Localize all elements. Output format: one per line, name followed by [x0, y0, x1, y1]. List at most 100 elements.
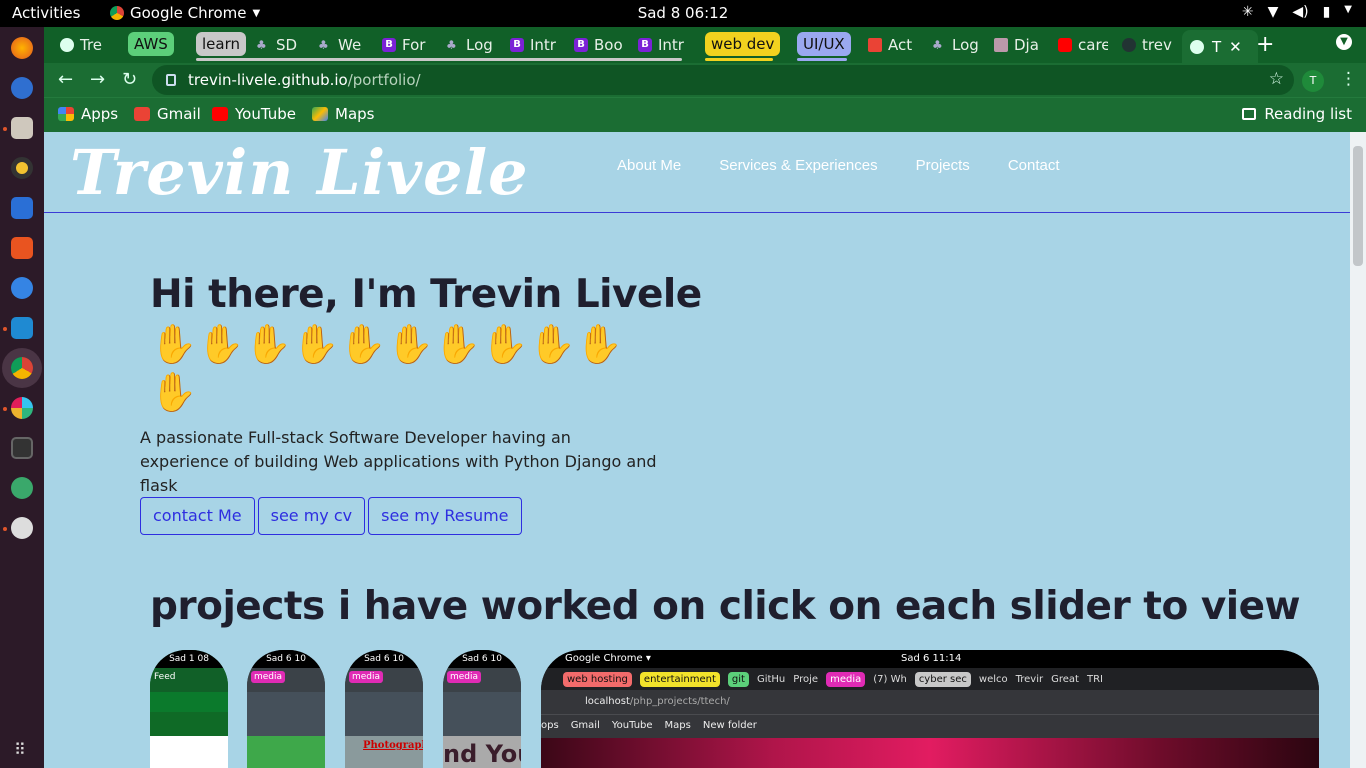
- nav-contact[interactable]: Contact: [1008, 157, 1060, 174]
- tree-icon: ♣: [932, 38, 943, 52]
- app-menu[interactable]: Google Chrome ▼: [110, 4, 260, 22]
- new-tab-button[interactable]: +: [1256, 32, 1274, 57]
- volume-icon: ◀): [1292, 4, 1309, 20]
- show-apps-icon[interactable]: ⠿: [14, 740, 26, 759]
- page-scrollbar[interactable]: [1350, 132, 1366, 768]
- chevron-down-icon: ▼: [1344, 4, 1352, 15]
- nav-about[interactable]: About Me: [617, 157, 681, 174]
- github-icon: [1122, 38, 1136, 52]
- project-slide[interactable]: Sad 1 08 Feed: [150, 650, 228, 768]
- system-tray[interactable]: ✳ ▼ ◀) ▮ ▼: [1242, 4, 1352, 20]
- browser-frame: Tre AWS learn ♣ SD ♣ We B For ♣ Log B Intr BB…: [44, 27, 1366, 132]
- tab[interactable]: care: [1058, 32, 1108, 58]
- tab[interactable]: B Intr: [638, 32, 688, 58]
- rhythmbox-icon[interactable]: [11, 157, 33, 179]
- tab-group-web-dev[interactable]: web dev: [705, 32, 781, 56]
- globe-icon[interactable]: [11, 477, 33, 499]
- reading-list-icon: [1242, 108, 1257, 120]
- app-menu-label: Google Chrome: [130, 4, 247, 22]
- files-icon[interactable]: [11, 117, 33, 139]
- bookmark-gmail[interactable]: Gmail: [134, 105, 201, 123]
- project-slide[interactable]: Sad 6 10 media nd You: [443, 650, 521, 768]
- keyboard-photo: [541, 738, 1319, 768]
- reading-list-button[interactable]: Reading list: [1242, 105, 1352, 123]
- slack-icon[interactable]: [11, 397, 33, 419]
- writer-icon[interactable]: [11, 197, 33, 219]
- tab-group-learn[interactable]: learn: [196, 32, 246, 56]
- address-bar[interactable]: trevin-livele.github.io/portfolio/ ☆: [152, 65, 1294, 95]
- hero-buttons: contact Me see my cv see my Resume: [140, 497, 522, 535]
- tab-search-icon[interactable]: ▼: [1336, 34, 1352, 50]
- nav-projects[interactable]: Projects: [916, 157, 970, 174]
- bookmark-star-icon[interactable]: ☆: [1269, 69, 1284, 89]
- bookmarks-bar: Apps Gmail YouTube Maps Reading list: [44, 97, 1366, 132]
- globe-icon: [1190, 39, 1204, 54]
- scrollbar-thumb[interactable]: [1353, 146, 1363, 266]
- tab[interactable]: B For: [382, 32, 432, 58]
- project-slide[interactable]: Sad 6 10 media Photography: [345, 650, 423, 768]
- maps-icon: [312, 107, 328, 121]
- lock-icon: [166, 74, 176, 86]
- resume-button[interactable]: see my Resume: [368, 497, 522, 535]
- tab-group-aws[interactable]: AWS: [128, 32, 174, 56]
- tab[interactable]: Dja: [994, 32, 1044, 58]
- tab-group-ui-ux[interactable]: UI/UX: [797, 32, 851, 56]
- help-icon[interactable]: [11, 277, 33, 299]
- vscode-icon[interactable]: [11, 317, 33, 339]
- bookmark-apps[interactable]: Apps: [58, 105, 118, 123]
- tab[interactable]: Tre: [60, 32, 110, 58]
- tab[interactable]: B Intr: [510, 32, 560, 58]
- firefox-icon[interactable]: [11, 37, 33, 59]
- tab[interactable]: ♣ Log: [932, 32, 982, 58]
- profile-avatar[interactable]: T: [1302, 70, 1324, 92]
- tree-icon: ♣: [446, 38, 457, 52]
- tree-icon: ♣: [318, 38, 329, 52]
- url-path: /portfolio/: [347, 71, 421, 89]
- chrome-dock-icon[interactable]: [11, 357, 33, 379]
- gmail-icon: [134, 107, 150, 121]
- thunderbird-icon[interactable]: [11, 77, 33, 99]
- cv-button[interactable]: see my cv: [257, 497, 366, 535]
- bootstrap-icon: B: [510, 38, 524, 52]
- tab[interactable]: trev: [1122, 32, 1172, 58]
- software-icon[interactable]: [11, 237, 33, 259]
- terminal-icon[interactable]: [11, 437, 33, 459]
- bootstrap-icon: B: [382, 38, 396, 52]
- tab-active[interactable]: T ✕: [1182, 30, 1258, 63]
- hero-title: Hi there, I'm Trevin Livele: [150, 272, 702, 317]
- bookmark-maps[interactable]: Maps: [312, 105, 374, 123]
- toolbar: ← → ↻ trevin-livele.github.io/portfolio/…: [44, 63, 1366, 97]
- waving-hands: ✋✋✋✋✋✋✋✋✋✋✋: [150, 322, 624, 414]
- url-host: trevin-livele.github.io: [188, 71, 348, 89]
- tab[interactable]: ♣ We: [318, 32, 368, 58]
- gmail-icon: [868, 38, 882, 52]
- system-top-bar: Activities Google Chrome ▼ Sad 8 06:12 ✳…: [0, 0, 1366, 27]
- hero-description: A passionate Full-stack Software Develop…: [140, 428, 657, 495]
- site-nav: About Me Services & Experiences Projects…: [617, 157, 1060, 174]
- back-icon[interactable]: ←: [58, 69, 73, 90]
- installer-icon[interactable]: [11, 517, 33, 539]
- bookmark-youtube[interactable]: YouTube: [212, 105, 296, 123]
- tab[interactable]: B Boo: [574, 32, 624, 58]
- reload-icon[interactable]: ↻: [122, 69, 137, 90]
- dock: ⠿: [0, 27, 44, 768]
- slack-tray-icon: ✳: [1241, 4, 1254, 20]
- contact-button[interactable]: contact Me: [140, 497, 255, 535]
- tab[interactable]: Act: [868, 32, 918, 58]
- site-logo[interactable]: Trevin Livele: [70, 136, 529, 209]
- youtube-icon: [212, 107, 228, 121]
- project-slide-main[interactable]: Google Chrome ▾ Sad 6 11:14 web hosting …: [541, 650, 1319, 768]
- tab-strip: Tre AWS learn ♣ SD ♣ We B For ♣ Log B Intr BB…: [44, 27, 1366, 63]
- menu-icon[interactable]: ⋮: [1340, 69, 1357, 89]
- tab[interactable]: ♣ Log: [446, 32, 496, 58]
- close-tab-icon[interactable]: ✕: [1229, 38, 1242, 56]
- youtube-icon: [1058, 38, 1072, 52]
- nav-services[interactable]: Services & Experiences: [719, 157, 877, 174]
- tab[interactable]: ♣ SD: [256, 32, 306, 58]
- bootstrap-icon: B: [638, 38, 652, 52]
- chrome-icon: [110, 6, 124, 20]
- project-slide[interactable]: Sad 6 10 media: [247, 650, 325, 768]
- forward-icon[interactable]: →: [90, 69, 105, 90]
- activities-button[interactable]: Activities: [12, 4, 80, 22]
- battery-icon: ▮: [1322, 4, 1331, 20]
